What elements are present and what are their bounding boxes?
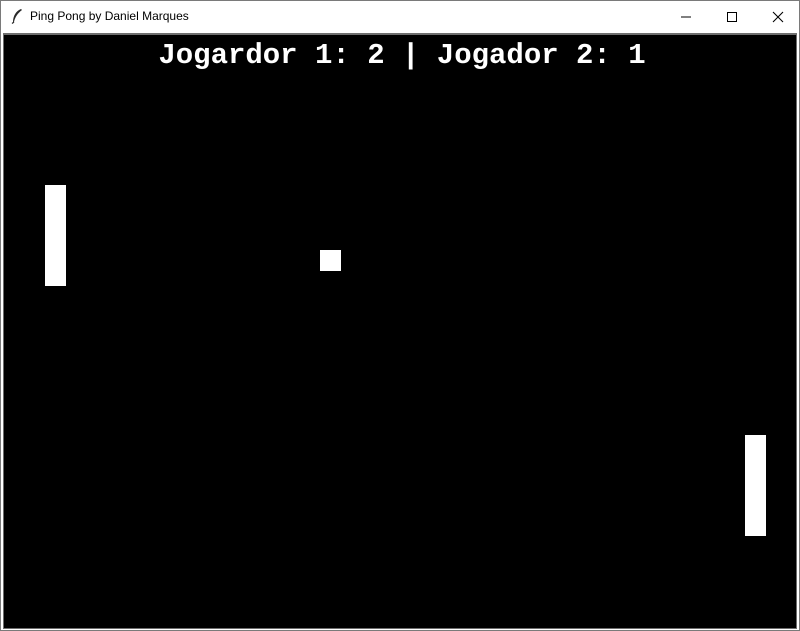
maximize-button[interactable] (709, 1, 755, 32)
player-1-paddle (45, 185, 66, 286)
player-2-paddle (745, 435, 766, 536)
minimize-icon (681, 16, 691, 18)
close-icon (772, 11, 784, 23)
app-window: Ping Pong by Daniel Marques Jogardor 1: … (0, 0, 800, 631)
maximize-icon (727, 12, 737, 22)
close-button[interactable] (755, 1, 800, 32)
feather-icon (10, 8, 24, 24)
ball (320, 250, 341, 271)
title-bar[interactable]: Ping Pong by Daniel Marques (1, 1, 799, 32)
window-title: Ping Pong by Daniel Marques (30, 9, 189, 23)
minimize-button[interactable] (663, 1, 709, 32)
game-canvas[interactable]: Jogardor 1: 2 | Jogador 2: 1 (3, 33, 797, 629)
score-display: Jogardor 1: 2 | Jogador 2: 1 (158, 39, 646, 72)
